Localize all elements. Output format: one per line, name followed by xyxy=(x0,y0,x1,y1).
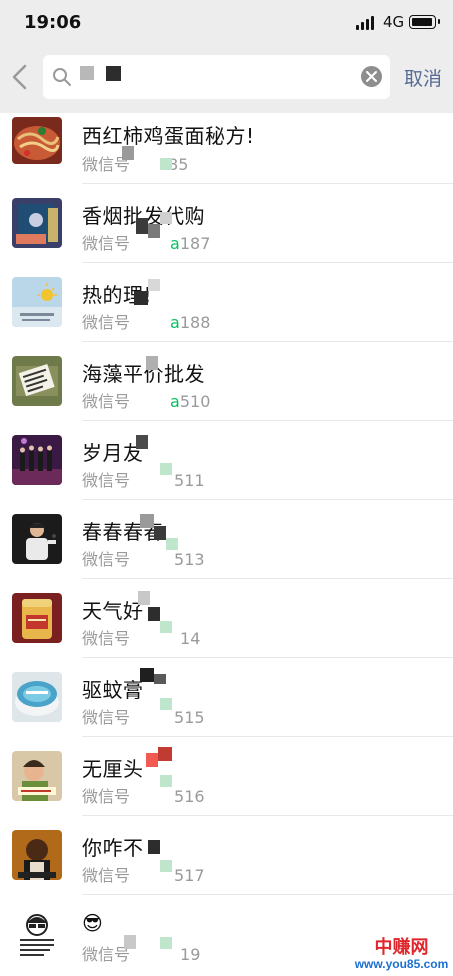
contact-name: 无厘头 xyxy=(82,757,144,781)
mosaic-block xyxy=(160,621,172,633)
wechat-id: 微信号 517 xyxy=(82,866,205,885)
list-item[interactable]: 你咋不 微信号 517 xyxy=(0,816,453,895)
mosaic-block xyxy=(136,218,148,234)
clear-icon[interactable] xyxy=(361,66,382,87)
mosaic-block xyxy=(140,668,154,682)
mosaic-block xyxy=(154,674,166,684)
list-item[interactable]: 西红柿鸡蛋面秘方! 微信号 85 xyxy=(0,113,453,192)
watermark-url: www.you85.com xyxy=(354,957,449,971)
avatar xyxy=(12,198,62,248)
watermark-logo: 中赚网 www.you85.com xyxy=(350,937,453,976)
list-item[interactable]: 海藻平价批发 微信号 a510 xyxy=(0,342,453,421)
mosaic-block xyxy=(158,747,172,761)
wechat-id: 微信号 513 xyxy=(82,550,205,569)
avatar xyxy=(12,277,62,327)
cancel-button[interactable]: 取消 xyxy=(404,64,442,91)
avatar xyxy=(12,514,62,564)
wechat-id: 微信号 19 xyxy=(82,945,201,964)
battery-icon xyxy=(409,15,440,29)
status-bar: 19:06 4G xyxy=(0,0,453,46)
signal-icon xyxy=(356,16,376,30)
list-item[interactable]: 天气好 微信号 14 xyxy=(0,579,453,658)
contact-name: 天气好 xyxy=(82,599,144,623)
search-results-list: 西红柿鸡蛋面秘方! 微信号 85 香烟批发代购 微信号 a187 热的理! 微信号 a… xyxy=(0,113,453,976)
list-item[interactable]: 无厘头 微信号 516 xyxy=(0,737,453,816)
wechat-id: 微信号 a188 xyxy=(82,313,211,332)
avatar xyxy=(12,356,62,406)
watermark-title: 中赚网 xyxy=(374,937,429,957)
contact-name: 岁月友 xyxy=(82,441,144,465)
mosaic-block xyxy=(160,860,172,872)
avatar xyxy=(12,830,62,880)
avatar xyxy=(12,909,62,959)
mosaic-block xyxy=(148,279,160,291)
wechat-id: 微信号 516 xyxy=(82,787,205,806)
list-item[interactable]: 驱蚊膏 微信号 515 xyxy=(0,658,453,737)
back-chevron-icon[interactable] xyxy=(8,60,32,94)
mosaic-block xyxy=(148,840,160,854)
mosaic-block xyxy=(160,212,172,224)
mosaic-block xyxy=(148,224,160,238)
list-item[interactable]: 香烟批发代购 微信号 a187 xyxy=(0,184,453,263)
status-time: 19:06 xyxy=(24,12,82,33)
mosaic-block xyxy=(146,356,158,370)
mosaic-block xyxy=(166,538,178,550)
contact-name: 😎 xyxy=(82,911,104,935)
mosaic-block xyxy=(160,698,172,710)
search-text-pixelated xyxy=(80,66,94,80)
mosaic-block xyxy=(160,775,172,787)
search-icon xyxy=(52,67,72,87)
contact-name: 西红柿鸡蛋面秘方! xyxy=(82,124,255,148)
list-item[interactable]: 岁月友 微信号 511 xyxy=(0,421,453,500)
mosaic-block xyxy=(122,146,134,160)
mosaic-block xyxy=(124,935,136,949)
wechat-id: 微信号 515 xyxy=(82,708,205,727)
wechat-id: 微信号 85 xyxy=(82,155,189,174)
mosaic-block xyxy=(154,526,166,540)
avatar xyxy=(12,435,62,485)
contact-name: 你咋不 xyxy=(82,836,144,860)
mosaic-block xyxy=(140,514,154,528)
wechat-id: 微信号 511 xyxy=(82,471,205,490)
avatar xyxy=(12,593,62,643)
mosaic-block xyxy=(146,753,158,767)
avatar xyxy=(12,751,62,801)
mosaic-block xyxy=(148,607,160,621)
mosaic-block xyxy=(138,591,150,605)
mosaic-block xyxy=(160,463,172,475)
contact-name: 海藻平价批发 xyxy=(82,362,205,386)
network-type: 4G xyxy=(383,13,405,31)
contact-name: 驱蚊膏 xyxy=(82,678,144,702)
search-field[interactable] xyxy=(43,55,390,99)
avatar xyxy=(12,117,62,164)
mosaic-block xyxy=(160,158,172,170)
list-item[interactable]: 春春春春 微信号 513 xyxy=(0,500,453,579)
search-text-pixelated xyxy=(106,66,121,81)
top-bar: 19:06 4G 取消 xyxy=(0,0,453,113)
list-item[interactable]: 热的理! 微信号 a188 xyxy=(0,263,453,342)
avatar xyxy=(12,672,62,722)
mosaic-block xyxy=(160,937,172,949)
mosaic-block xyxy=(136,435,148,449)
wechat-id: 微信号 a510 xyxy=(82,392,211,411)
mosaic-block xyxy=(134,291,148,305)
wechat-id: 微信号 14 xyxy=(82,629,201,648)
